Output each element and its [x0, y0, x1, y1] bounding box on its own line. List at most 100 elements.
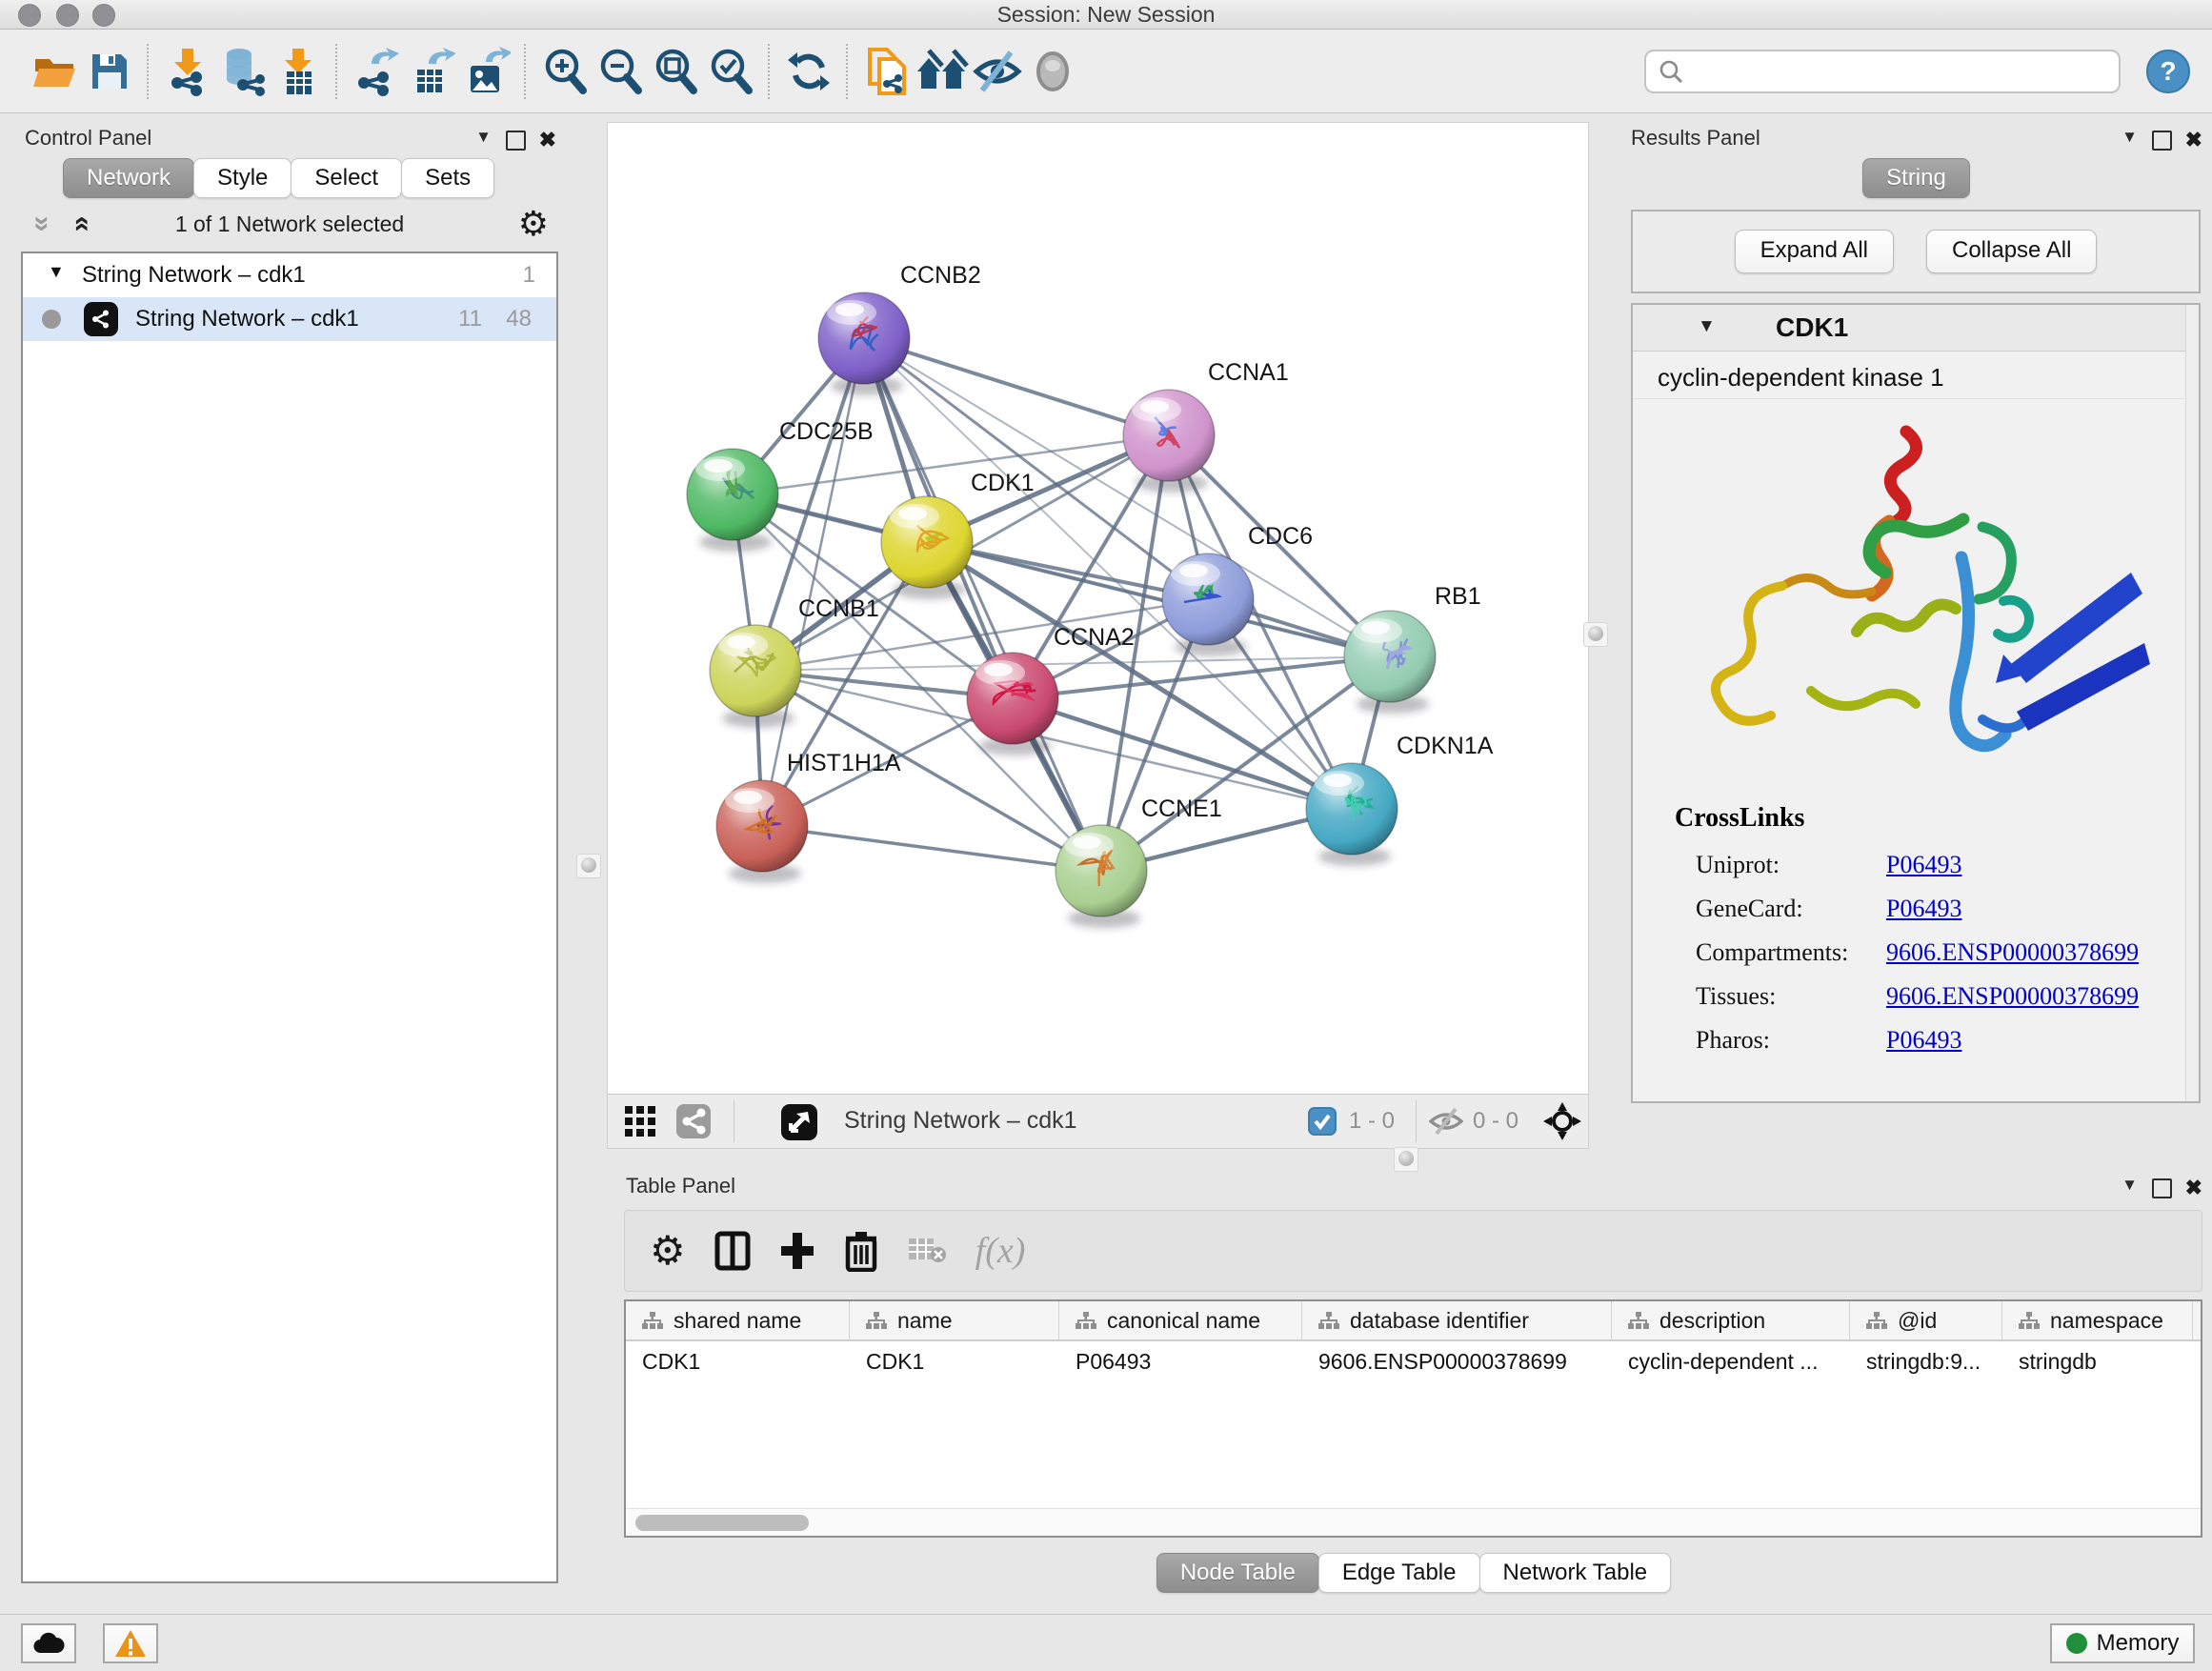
zoom-fit-icon[interactable] [648, 43, 703, 100]
export-network-icon[interactable] [349, 43, 404, 100]
network-node-RB1[interactable]: RB1 [1344, 583, 1481, 714]
results-scrollbar[interactable] [2185, 305, 2199, 1101]
tab-string[interactable]: String [1862, 158, 1970, 198]
expander-triangle-icon[interactable]: ▼ [1698, 316, 1716, 337]
crosslink-link[interactable]: 9606.ENSP00000378699 [1886, 931, 2139, 975]
network-row-selected[interactable]: String Network – cdk1 11 48 [23, 297, 556, 341]
network-edge[interactable] [927, 542, 1390, 656]
crosslink-link[interactable]: P06493 [1886, 1018, 1961, 1062]
refresh-icon[interactable] [781, 43, 836, 100]
table-cell[interactable]: cyclin-dependent ... [1612, 1341, 1850, 1385]
table-cell[interactable]: stringdb:9... [1850, 1341, 2002, 1385]
table-row[interactable]: CDK1CDK1P064939606.ENSP00000378699cyclin… [626, 1341, 2201, 1385]
search-input[interactable] [1684, 57, 2088, 86]
panel-float-icon[interactable] [2152, 1178, 2172, 1198]
network-node-CCNB2[interactable]: CCNB2 [818, 262, 981, 395]
network-node-CDKN1A[interactable]: CDKN1A [1306, 733, 1494, 866]
cloud-button[interactable] [21, 1623, 76, 1663]
gear-icon[interactable]: ⚙ [650, 1231, 686, 1271]
collapse-all-button[interactable]: Collapse All [1926, 230, 2097, 273]
tab-select[interactable]: Select [291, 158, 402, 198]
column-header-description[interactable]: description [1612, 1301, 1850, 1339]
network-canvas[interactable]: CCNB2CCNA1CDC25BCDK1CDC6RB1CCNB1CCNA2CDK… [608, 123, 1588, 1095]
network-collection-row[interactable]: ▼ String Network – cdk1 1 [23, 253, 556, 297]
add-column-icon[interactable] [779, 1231, 815, 1271]
tab-edge-table[interactable]: Edge Table [1318, 1553, 1480, 1593]
open-folder-icon[interactable] [27, 43, 82, 100]
documents-share-icon[interactable] [859, 43, 915, 100]
tab-node-table[interactable]: Node Table [1156, 1553, 1319, 1593]
table-cell[interactable]: CDK1 [626, 1341, 850, 1385]
warning-button[interactable] [103, 1623, 158, 1663]
tab-style[interactable]: Style [193, 158, 292, 198]
save-floppy-icon[interactable] [82, 43, 137, 100]
network-edge[interactable] [1013, 698, 1352, 809]
import-network-icon[interactable] [160, 43, 215, 100]
column-header-@id[interactable]: @id [1850, 1301, 2002, 1339]
crosslink-link[interactable]: P06493 [1886, 843, 1961, 887]
table-cell[interactable]: stringdb [2002, 1341, 2193, 1385]
function-builder-icon[interactable]: f(x) [975, 1230, 1026, 1272]
grid-view-icon[interactable] [623, 1104, 657, 1138]
scrollbar-thumb[interactable] [635, 1515, 809, 1531]
hidden-eye-icon[interactable] [1429, 1108, 1463, 1135]
import-database-icon[interactable] [215, 43, 271, 100]
protein-entry-header[interactable]: ▼ CDK1 [1633, 305, 2199, 352]
column-header-namespace[interactable]: namespace [2002, 1301, 2193, 1339]
expand-all-button[interactable]: Expand All [1735, 230, 1894, 273]
memory-button[interactable]: Memory [2050, 1623, 2195, 1663]
network-node-CDC25B[interactable]: CDC25B [687, 418, 874, 552]
export-image-icon[interactable] [459, 43, 514, 100]
expander-triangle-icon[interactable]: ▼ [48, 262, 65, 282]
column-header-database-identifier[interactable]: database identifier [1302, 1301, 1612, 1339]
delete-column-icon[interactable] [844, 1230, 878, 1272]
crosshair-target-icon[interactable] [1543, 1102, 1581, 1140]
help-icon[interactable]: ? [2145, 49, 2191, 94]
crosslink-link[interactable]: 9606.ENSP00000378699 [1886, 975, 2139, 1018]
table-cell[interactable]: CDK1 [850, 1341, 1059, 1385]
table-cell[interactable]: 9606.ENSP00000378699 [1302, 1341, 1612, 1385]
network-node-CDC6[interactable]: CDC6 [1162, 523, 1313, 656]
tab-sets[interactable]: Sets [401, 158, 494, 198]
panel-close-icon[interactable]: ✖ [2185, 128, 2202, 152]
column-header-shared-name[interactable]: shared name [626, 1301, 850, 1339]
network-node-CCNB1[interactable]: CCNB1 [710, 595, 879, 728]
network-edge[interactable] [864, 338, 1390, 656]
panel-collapse-icon[interactable]: ▼ [475, 128, 492, 147]
zoom-selected-icon[interactable] [703, 43, 758, 100]
left-splitter-handle[interactable] [576, 854, 601, 878]
selected-checkbox-icon[interactable] [1308, 1107, 1337, 1136]
network-edge[interactable] [762, 826, 1101, 871]
network-edge[interactable] [864, 338, 1169, 435]
tab-network-table[interactable]: Network Table [1479, 1553, 1672, 1593]
panel-collapse-icon[interactable]: ▼ [2122, 128, 2138, 147]
network-node-CCNE1[interactable]: CCNE1 [1056, 795, 1222, 928]
column-header-canonical-name[interactable]: canonical name [1059, 1301, 1302, 1339]
panel-float-icon[interactable] [506, 131, 526, 151]
network-edge[interactable] [864, 338, 1101, 871]
panel-float-icon[interactable] [2152, 131, 2172, 151]
panel-close-icon[interactable]: ✖ [2185, 1176, 2202, 1200]
table-cell[interactable]: P06493 [1059, 1341, 1302, 1385]
crosslink-link[interactable]: P06493 [1886, 887, 1961, 931]
export-table-icon[interactable] [404, 43, 459, 100]
right-splitter-handle[interactable] [1583, 622, 1608, 647]
panel-collapse-icon[interactable]: ▼ [2122, 1176, 2138, 1195]
toolbar-search-field[interactable] [1644, 50, 2121, 93]
bottom-splitter-handle[interactable] [1394, 1147, 1418, 1172]
clear-table-icon[interactable] [907, 1235, 947, 1267]
column-header-name[interactable]: name [850, 1301, 1059, 1339]
gear-icon[interactable]: ⚙ [518, 204, 549, 244]
share-view-icon[interactable] [676, 1104, 711, 1138]
eye-strikethrough-icon[interactable] [970, 43, 1025, 100]
import-table-icon[interactable] [271, 43, 326, 100]
zoom-in-icon[interactable] [537, 43, 593, 100]
zoom-out-icon[interactable] [593, 43, 648, 100]
show-columns-icon[interactable] [714, 1231, 751, 1271]
houses-icon[interactable] [915, 43, 970, 100]
table-horizontal-scrollbar[interactable] [626, 1508, 2201, 1536]
tab-network[interactable]: Network [63, 158, 194, 198]
network-node-HIST1H1A[interactable]: HIST1H1A [716, 750, 901, 883]
open-in-window-icon[interactable] [781, 1104, 817, 1140]
panel-close-icon[interactable]: ✖ [539, 128, 556, 152]
